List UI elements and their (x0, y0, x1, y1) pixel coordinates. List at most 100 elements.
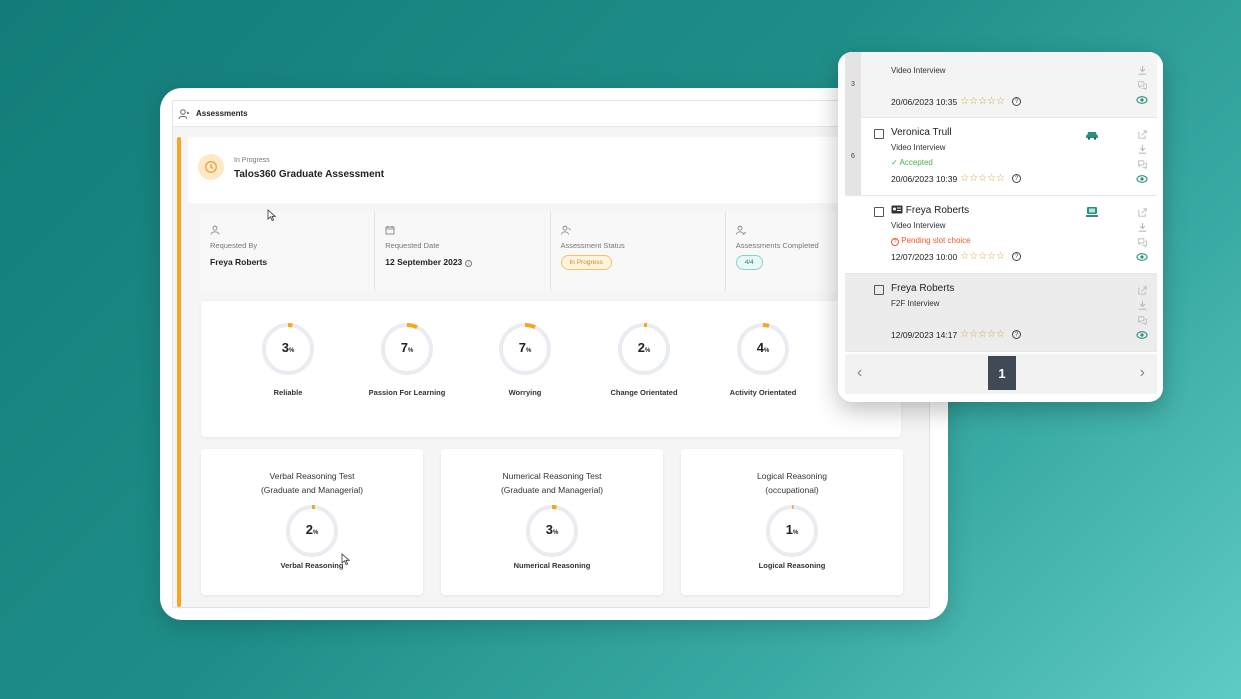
id-card-icon (891, 205, 903, 214)
interview-type: Video Interview (891, 66, 946, 75)
gauge-label: Worrying (508, 388, 542, 397)
requested-date-value: 12 September 2023 i (385, 257, 472, 267)
gauge-number: 7 (400, 340, 408, 355)
row-checkbox[interactable] (874, 207, 884, 217)
next-page-button[interactable]: › (1140, 364, 1145, 382)
user-status-icon (560, 225, 571, 235)
gauge-passion-for-learning: 7% Passion For Learning (347, 321, 467, 397)
comments-icon[interactable] (1136, 236, 1148, 248)
candidate-name[interactable]: Veronica Trull (891, 127, 952, 138)
candidate-name[interactable]: Freya Roberts (891, 283, 954, 294)
download-icon[interactable] (1136, 299, 1148, 311)
view-icon[interactable] (1136, 94, 1148, 106)
trait-gauges: 3% Reliable 7% Passion For Learning 7% W… (201, 301, 901, 437)
share-icon[interactable] (1136, 206, 1148, 218)
view-icon[interactable] (1136, 251, 1148, 263)
view-icon[interactable] (1136, 329, 1148, 341)
comments-icon[interactable] (1136, 158, 1148, 170)
table-row[interactable]: 6 Veronica Trull Video Interview ✓ Accep… (845, 118, 1157, 196)
gauge-number: 4 (756, 340, 764, 355)
gauge-unit: % (525, 348, 532, 354)
info-icon[interactable]: i (464, 260, 472, 267)
current-page-button[interactable]: 1 (988, 356, 1016, 390)
comments-icon[interactable] (1136, 79, 1148, 91)
gauge-value: 2% (284, 522, 340, 537)
assessments-completed-label: Assessments Completed (735, 241, 819, 250)
date-text: 20/06/2023 10:35 (891, 96, 958, 107)
gauge-value: 3% (524, 522, 580, 537)
test-title-line1: Verbal Reasoning Test (269, 471, 355, 481)
gauge-reliable: 3% Reliable (228, 321, 348, 397)
user-icon (178, 108, 190, 120)
help-icon[interactable]: ? (1012, 330, 1022, 339)
gauge-label: Passion For Learning (368, 388, 446, 397)
row-date: 20/06/2023 10:35 ☆☆☆☆☆ ? (891, 96, 1022, 107)
rating-stars[interactable]: ☆☆☆☆☆ (960, 329, 1005, 340)
share-icon[interactable] (1136, 128, 1148, 140)
requested-by-value: Freya Roberts (210, 257, 268, 267)
gauge-number: 7 (518, 340, 526, 355)
download-icon[interactable] (1136, 143, 1148, 155)
row-date: 20/06/2023 10:39 ☆☆☆☆☆ ? (891, 173, 1022, 184)
row-date: 12/09/2023 14:17 ☆☆☆☆☆ ? (891, 329, 1022, 340)
test-title: Logical Reasoning (occupational) (681, 469, 903, 497)
row-actions (1135, 128, 1149, 185)
test-gauge: 3% (524, 503, 580, 559)
requested-by-label: Requested By (210, 241, 258, 250)
warning-icon: ? (891, 238, 899, 246)
test-gauge: 1% (764, 503, 820, 559)
completed-count-badge: 4/4 (735, 255, 763, 270)
computer-icon (1086, 207, 1098, 217)
test-label: Verbal Reasoning (280, 561, 344, 570)
help-icon[interactable]: ? (1012, 174, 1022, 183)
interview-type: Video Interview (891, 221, 946, 230)
calendar-icon (385, 225, 395, 235)
row-index: 6 (845, 118, 861, 195)
view-icon[interactable] (1136, 173, 1148, 185)
table-row[interactable]: Freya Roberts F2F Interview 12/09/2023 1… (845, 274, 1157, 352)
test-title-line2: (occupational) (765, 485, 819, 495)
comments-icon[interactable] (1136, 314, 1148, 326)
date-text: 20/06/2023 10:39 (891, 173, 958, 184)
download-icon[interactable] (1136, 221, 1148, 233)
help-icon[interactable]: ? (1012, 252, 1022, 261)
test-title: Verbal Reasoning Test (Graduate and Manag… (201, 469, 423, 497)
assessment-status-label: In Progress (234, 157, 270, 164)
candidate-name[interactable]: Freya Roberts (891, 205, 969, 216)
assessments-card: Assessments In Progress Talos360 Graduat… (160, 88, 948, 620)
test-card-logical[interactable]: Logical Reasoning (occupational) 1% Logic… (681, 449, 903, 595)
assessment-header[interactable]: In Progress Talos360 Graduate Assessment (188, 137, 896, 203)
gauge-value: 7% (347, 340, 467, 355)
gauge-number: 3 (281, 340, 289, 355)
gauge-value: 1% (764, 522, 820, 537)
table-row[interactable]: Freya Roberts Video Interview ? Pending … (845, 196, 1157, 274)
prev-page-button[interactable]: ‹ (857, 364, 862, 382)
interview-type: Video Interview (891, 143, 946, 152)
row-checkbox[interactable] (874, 129, 884, 139)
help-icon[interactable]: ? (1012, 97, 1022, 106)
requested-by: Requested By Freya Roberts (200, 211, 376, 291)
rating-stars[interactable]: ☆☆☆☆☆ (960, 251, 1005, 262)
row-checkbox[interactable] (874, 285, 884, 295)
assessment-info-row: Requested By Freya Roberts Requested Dat… (200, 211, 900, 291)
date-text: 12/07/2023 10:00 (891, 251, 958, 262)
status-badge: In Progress (560, 255, 612, 270)
table-row[interactable]: 3 Video Interview 20/06/2023 10:35 ☆☆☆☆☆… (845, 52, 1157, 118)
test-title-line1: Logical Reasoning (757, 471, 827, 481)
rating-stars[interactable]: ☆☆☆☆☆ (960, 96, 1005, 107)
test-card-verbal[interactable]: Verbal Reasoning Test (Graduate and Manag… (201, 449, 423, 595)
status-text: Pending slot choice (901, 236, 971, 245)
gauge-label: Change Orientated (610, 388, 678, 397)
test-title-line2: (Graduate and Managerial) (260, 485, 364, 495)
download-icon[interactable] (1136, 64, 1148, 76)
user-check-icon (735, 225, 746, 235)
assessment-status: Assessment Status In Progress (550, 211, 726, 291)
gauge-label: Reliable (273, 388, 303, 397)
test-title: Numerical Reasoning Test (Graduate and Ma… (441, 469, 663, 497)
assessments-topbar: Assessments (173, 101, 929, 127)
status-accepted: ✓ Accepted (891, 158, 933, 167)
rating-stars[interactable]: ☆☆☆☆☆ (960, 173, 1005, 184)
test-title-line2: (Graduate and Managerial) (500, 485, 604, 495)
share-icon[interactable] (1136, 284, 1148, 296)
test-card-numerical[interactable]: Numerical Reasoning Test (Graduate and Ma… (441, 449, 663, 595)
